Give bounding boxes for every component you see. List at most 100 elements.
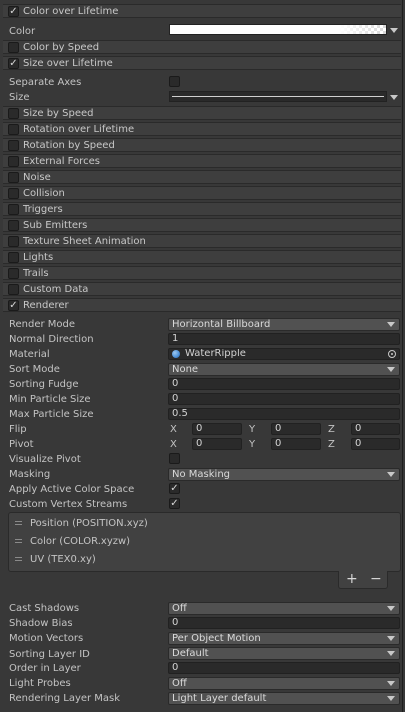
module-toggle[interactable] xyxy=(8,156,19,167)
module-toggle[interactable] xyxy=(8,124,19,135)
render-mode-value: Horizontal Billboard xyxy=(172,319,271,330)
color-gradient-field[interactable] xyxy=(169,24,387,35)
size-curve-field[interactable] xyxy=(169,91,387,102)
module-texture-sheet-animation[interactable]: Texture Sheet Animation xyxy=(3,234,401,248)
flip-x-field[interactable]: 0 xyxy=(192,423,242,435)
dropdown-arrow-icon xyxy=(387,322,395,327)
object-picker-icon[interactable] xyxy=(388,350,396,358)
list-footer: + − xyxy=(338,571,388,589)
light-probes-value: Off xyxy=(172,678,187,689)
pivot-y-label: Y xyxy=(249,439,256,450)
module-toggle[interactable] xyxy=(8,108,19,119)
cast-shadows-dropdown[interactable]: Off xyxy=(168,602,400,615)
drag-handle-icon[interactable] xyxy=(15,539,22,540)
list-item[interactable]: Position (POSITION.xyz) xyxy=(9,517,400,531)
normal-direction-field[interactable]: 1 xyxy=(168,333,400,345)
remove-stream-button[interactable]: − xyxy=(370,570,382,588)
module-size-by-speed[interactable]: Size by Speed xyxy=(3,106,401,120)
module-label: Custom Data xyxy=(23,284,89,295)
module-toggle[interactable] xyxy=(8,268,19,279)
module-lights[interactable]: Lights xyxy=(3,250,401,264)
masking-value: No Masking xyxy=(172,469,230,480)
drag-handle-icon[interactable] xyxy=(15,521,22,522)
motion-vectors-dropdown[interactable]: Per Object Motion xyxy=(168,632,400,645)
module-toggle[interactable]: ✓ xyxy=(8,300,19,311)
stream-label: Position (POSITION.xyz) xyxy=(30,518,148,529)
module-noise[interactable]: Noise xyxy=(3,170,401,184)
module-toggle[interactable] xyxy=(8,42,19,53)
module-toggle[interactable] xyxy=(8,252,19,263)
module-label: Color over Lifetime xyxy=(23,6,119,17)
light-probes-dropdown[interactable]: Off xyxy=(168,677,400,690)
separate-axes-checkbox[interactable] xyxy=(169,76,180,87)
pivot-x-field[interactable]: 0 xyxy=(192,438,242,450)
module-toggle[interactable] xyxy=(8,220,19,231)
render-mode-dropdown[interactable]: Horizontal Billboard xyxy=(168,318,400,331)
visualize-pivot-checkbox[interactable] xyxy=(169,453,180,464)
dropdown-arrow-icon xyxy=(387,651,395,656)
color-label: Color xyxy=(9,26,36,37)
render-mode-label: Render Mode xyxy=(9,319,76,330)
dropdown-arrow-icon[interactable] xyxy=(390,28,398,33)
module-toggle[interactable] xyxy=(8,188,19,199)
module-triggers[interactable]: Triggers xyxy=(3,202,401,216)
pivot-label: Pivot xyxy=(9,439,34,450)
sorting-layer-id-dropdown[interactable]: Default xyxy=(168,647,400,660)
flip-z-field[interactable]: 0 xyxy=(351,423,400,435)
flip-y-field[interactable]: 0 xyxy=(271,423,321,435)
module-toggle[interactable] xyxy=(8,284,19,295)
size-curve-line xyxy=(172,96,384,97)
min-particle-size-field[interactable]: 0 xyxy=(168,393,400,405)
list-item[interactable]: Color (COLOR.xyzw) xyxy=(9,535,400,549)
module-renderer[interactable]: ✓ Renderer xyxy=(3,298,401,312)
module-color-by-speed[interactable]: Color by Speed xyxy=(3,40,401,54)
module-toggle[interactable] xyxy=(8,172,19,183)
module-label: Trails xyxy=(23,268,49,279)
sort-mode-value: None xyxy=(172,364,199,375)
dropdown-arrow-icon[interactable] xyxy=(390,95,398,100)
rendering-layer-mask-label: Rendering Layer Mask xyxy=(9,693,121,704)
module-trails[interactable]: Trails xyxy=(3,266,401,280)
rendering-layer-mask-dropdown[interactable]: Light Layer default xyxy=(168,692,400,705)
module-custom-data[interactable]: Custom Data xyxy=(3,282,401,296)
order-in-layer-field[interactable]: 0 xyxy=(168,662,400,674)
shadow-bias-field[interactable]: 0 xyxy=(168,617,400,629)
module-color-over-lifetime[interactable]: ✓ Color over Lifetime xyxy=(3,4,401,18)
sorting-fudge-field[interactable]: 0 xyxy=(168,378,400,390)
module-label: Lights xyxy=(23,252,54,263)
module-collision[interactable]: Collision xyxy=(3,186,401,200)
material-label: Material xyxy=(9,349,50,360)
module-label: Sub Emitters xyxy=(23,220,88,231)
module-rotation-over-lifetime[interactable]: Rotation over Lifetime xyxy=(3,122,401,136)
apply-active-color-space-checkbox[interactable]: ✓ xyxy=(169,483,180,494)
material-field[interactable]: WaterRipple xyxy=(168,348,400,360)
pivot-y-field[interactable]: 0 xyxy=(271,438,321,450)
max-particle-size-field[interactable]: 0.5 xyxy=(168,408,400,420)
normal-direction-label: Normal Direction xyxy=(9,334,94,345)
module-label: External Forces xyxy=(23,156,100,167)
custom-vertex-streams-checkbox[interactable]: ✓ xyxy=(169,498,180,509)
add-stream-button[interactable]: + xyxy=(346,570,358,588)
module-toggle[interactable]: ✓ xyxy=(8,6,19,17)
module-toggle[interactable] xyxy=(8,236,19,247)
module-sub-emitters[interactable]: Sub Emitters xyxy=(3,218,401,232)
stream-label: UV (TEX0.xy) xyxy=(30,554,96,565)
order-in-layer-label: Order in Layer xyxy=(9,663,81,674)
drag-handle-icon[interactable] xyxy=(15,557,22,558)
module-toggle[interactable] xyxy=(8,140,19,151)
rendering-layer-mask-value: Light Layer default xyxy=(172,693,267,704)
sorting-layer-id-label: Sorting Layer ID xyxy=(9,649,90,660)
particle-system-inspector: ✓ Color over Lifetime Color Color by Spe… xyxy=(0,0,403,712)
stream-label: Color (COLOR.xyzw) xyxy=(30,536,131,547)
module-external-forces[interactable]: External Forces xyxy=(3,154,401,168)
dropdown-arrow-icon xyxy=(387,636,395,641)
module-size-over-lifetime[interactable]: ✓ Size over Lifetime xyxy=(3,56,401,70)
module-toggle[interactable]: ✓ xyxy=(8,58,19,69)
sort-mode-dropdown[interactable]: None xyxy=(168,363,400,376)
module-rotation-by-speed[interactable]: Rotation by Speed xyxy=(3,138,401,152)
sorting-layer-id-value: Default xyxy=(172,648,209,659)
module-toggle[interactable] xyxy=(8,204,19,215)
masking-dropdown[interactable]: No Masking xyxy=(168,468,400,481)
list-item[interactable]: UV (TEX0.xy) xyxy=(9,553,400,567)
pivot-z-field[interactable]: 0 xyxy=(351,438,400,450)
